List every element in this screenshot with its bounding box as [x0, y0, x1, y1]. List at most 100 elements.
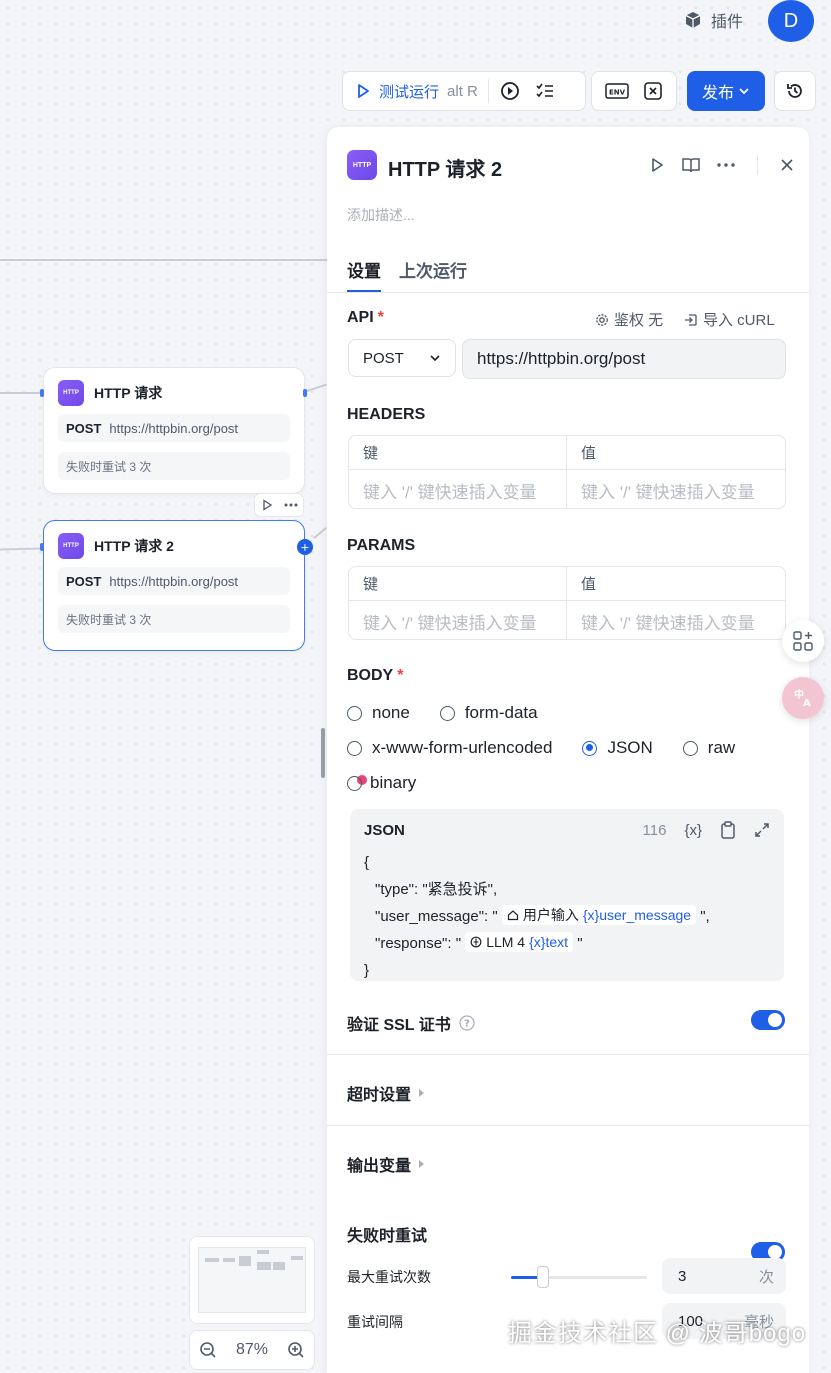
- param-value-input[interactable]: 键入 '/' 键快速插入变量: [567, 601, 785, 639]
- clipboard-icon[interactable]: [720, 821, 736, 839]
- key-header: 键: [349, 567, 567, 601]
- user-avatar[interactable]: D: [768, 0, 814, 42]
- option-label: form-data: [464, 703, 538, 722]
- node-url: https://httpbin.org/post: [109, 420, 239, 436]
- section-divider: [327, 1054, 809, 1055]
- max-retry-input[interactable]: 3 次: [662, 1258, 786, 1294]
- tab-settings[interactable]: 设置: [347, 257, 381, 293]
- edge-line-node2: [0, 547, 44, 551]
- body-option-json[interactable]: JSON: [582, 738, 653, 758]
- json-tools: 116 {x}: [643, 821, 770, 839]
- output-label: 输出变量: [347, 1158, 412, 1175]
- zoom-out-icon[interactable]: [199, 1341, 217, 1359]
- header-key-input[interactable]: 键入 '/' 键快速插入变量: [349, 470, 567, 508]
- radio-circle-checked: [582, 740, 598, 756]
- description-input[interactable]: 添加描述...: [347, 205, 415, 225]
- minimap-node: [223, 1258, 235, 1262]
- header-value-input[interactable]: 键入 '/' 键快速插入变量: [567, 470, 785, 508]
- add-node-plus-icon[interactable]: +: [297, 539, 313, 555]
- radio-circle: [347, 705, 362, 721]
- body-option-binary[interactable]: binary: [347, 773, 416, 793]
- chevron-down-icon: [738, 85, 750, 97]
- run-node-play-icon[interactable]: [649, 157, 665, 173]
- option-label: none: [372, 703, 410, 722]
- auth-button[interactable]: 鉴权 无: [595, 309, 663, 330]
- json-editor[interactable]: JSON 116 {x} { "type": "紧急投诉", "user_mes…: [350, 809, 784, 981]
- version-history-button[interactable]: [774, 71, 816, 111]
- timeout-settings-toggle[interactable]: 超时设置: [347, 1081, 425, 1105]
- play-icon[interactable]: [261, 499, 273, 511]
- env-icon[interactable]: ENV: [605, 81, 629, 101]
- body-option-none[interactable]: none: [347, 703, 410, 723]
- output-variables-toggle[interactable]: 输出变量: [347, 1152, 425, 1176]
- ssl-label: 验证 SSL 证书 ?: [347, 1011, 475, 1035]
- radio-circle: [439, 705, 455, 721]
- headers-table: 键 值 键入 '/' 键快速插入变量 键入 '/' 键快速插入变量: [348, 435, 786, 509]
- ssl-toggle[interactable]: [751, 1010, 785, 1030]
- variable-name: {x}user_message: [582, 907, 692, 923]
- publish-button[interactable]: 发布: [687, 71, 765, 111]
- http-logo-icon: HTTP: [347, 150, 377, 180]
- body-option-raw[interactable]: raw: [682, 738, 735, 758]
- max-retry-slider-handle[interactable]: [537, 1266, 549, 1288]
- apps-button[interactable]: [782, 620, 824, 662]
- node-request-row: POST https://httpbin.org/post: [58, 414, 290, 442]
- tab-last-run[interactable]: 上次运行: [399, 257, 467, 293]
- insert-variable-icon[interactable]: {x}: [684, 822, 702, 839]
- params-label: PARAMS: [347, 537, 416, 554]
- variable-x-icon[interactable]: [643, 81, 663, 101]
- variable-chip[interactable]: 用户输入 {x}user_message: [501, 905, 697, 925]
- minimap[interactable]: [189, 1236, 315, 1324]
- svg-text:?: ?: [464, 1019, 470, 1030]
- url-input[interactable]: https://httpbin.org/post: [462, 339, 786, 379]
- node-title: HTTP 请求 2: [94, 538, 174, 554]
- char-count: 116: [642, 821, 667, 839]
- timeout-label: 超时设置: [347, 1087, 412, 1104]
- radio-circle: [347, 775, 362, 791]
- panel-title[interactable]: HTTP 请求 2: [388, 153, 502, 182]
- param-key-input[interactable]: 键入 '/' 键快速插入变量: [349, 601, 567, 639]
- node-retry-row: 失败时重试 3 次: [58, 452, 290, 480]
- book-icon[interactable]: [681, 156, 701, 174]
- more-icon[interactable]: [717, 163, 735, 167]
- json-tail: ": [577, 935, 583, 952]
- translate-icon: 中A: [791, 687, 815, 709]
- http-node-1[interactable]: HTTP HTTP 请求 POST https://httpbin.org/po…: [43, 367, 305, 494]
- value-header: 值: [567, 436, 785, 470]
- variable-chip[interactable]: LLM 4 {x}text: [465, 932, 574, 952]
- json-label: JSON: [364, 821, 405, 839]
- actions-divider: [757, 155, 758, 175]
- llm-icon: [470, 936, 482, 948]
- node-url: https://httpbin.org/post: [109, 573, 239, 589]
- node-request-row: POST https://httpbin.org/post: [58, 567, 290, 595]
- import-curl-button[interactable]: 导入 cURL: [684, 309, 775, 330]
- retry-interval-label: 重试间隔: [347, 1314, 403, 1330]
- body-option-form-data[interactable]: form-data: [439, 703, 538, 723]
- panel-resize-handle[interactable]: [321, 728, 325, 778]
- json-content[interactable]: { "type": "紧急投诉", "user_message": " 用户输入…: [364, 849, 770, 984]
- toolbar-divider: [487, 79, 489, 103]
- body-option-urlencoded[interactable]: x-www-form-urlencoded: [347, 738, 552, 758]
- json-close-brace: }: [364, 962, 370, 979]
- input-port[interactable]: [40, 543, 44, 551]
- method-select[interactable]: POST: [348, 339, 456, 377]
- run-history-icon[interactable]: [499, 80, 521, 102]
- help-icon[interactable]: ?: [459, 1015, 475, 1031]
- expand-icon[interactable]: [754, 822, 770, 838]
- auth-label: 鉴权 无: [614, 312, 664, 329]
- translate-button[interactable]: 中A: [782, 677, 824, 719]
- test-run-button[interactable]: 测试运行: [379, 81, 439, 102]
- more-icon[interactable]: [284, 503, 298, 507]
- http-node-2[interactable]: HTTP HTTP 请求 2 POST https://httpbin.org/…: [43, 520, 305, 651]
- edge-line-out1: [305, 383, 327, 393]
- headers-label: HEADERS: [347, 406, 426, 423]
- output-port[interactable]: [303, 389, 307, 397]
- minimap-node: [273, 1262, 285, 1270]
- checklist-icon[interactable]: [535, 81, 555, 101]
- api-label-text: API: [347, 309, 374, 326]
- plugin-menu[interactable]: 插件: [683, 8, 743, 32]
- minimap-node: [257, 1250, 269, 1254]
- close-icon[interactable]: [780, 158, 794, 172]
- zoom-in-icon[interactable]: [287, 1341, 305, 1359]
- input-port[interactable]: [40, 389, 44, 397]
